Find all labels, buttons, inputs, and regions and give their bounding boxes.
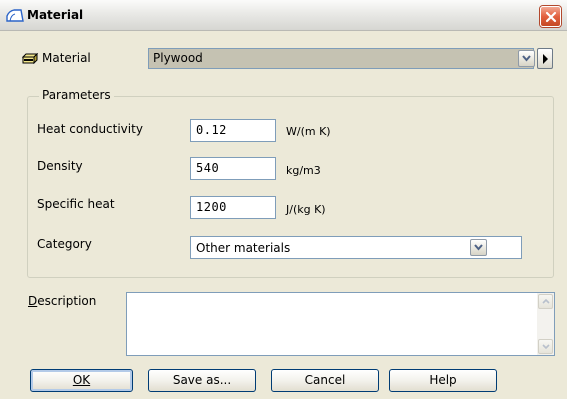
- category-dropdown-button[interactable]: [470, 239, 487, 256]
- save-as-button-label: Save as...: [172, 373, 232, 387]
- material-label: Material: [42, 51, 91, 65]
- material-selected-value: Plywood: [153, 51, 203, 65]
- chevron-up-icon: [542, 299, 550, 304]
- cancel-button-label: Cancel: [304, 373, 346, 387]
- window-title: Material: [27, 8, 84, 22]
- material-next-button[interactable]: [537, 48, 553, 69]
- density-unit: kg/m3: [286, 164, 321, 177]
- density-label: Density: [37, 159, 83, 173]
- heat-conductivity-unit: W/(m K): [286, 125, 331, 138]
- arrow-right-icon: [543, 54, 548, 64]
- description-textarea[interactable]: [126, 292, 555, 356]
- help-button[interactable]: Help: [389, 369, 497, 392]
- material-dialog: Material Material Plywood Parameters Hea…: [0, 0, 567, 399]
- save-as-button[interactable]: Save as...: [148, 369, 256, 392]
- scroll-down-button[interactable]: [538, 339, 553, 354]
- description-mnemonic: D: [28, 294, 38, 308]
- ok-button-label: OK: [72, 373, 91, 387]
- chevron-down-icon: [474, 244, 483, 251]
- ok-button[interactable]: OK: [30, 369, 133, 392]
- heat-conductivity-label: Heat conductivity: [37, 122, 143, 136]
- parameters-legend: Parameters: [39, 88, 114, 102]
- specific-heat-unit: J/(kg K): [286, 203, 326, 216]
- material-dropdown-button[interactable]: [518, 50, 535, 67]
- specific-heat-label: Specific heat: [37, 197, 115, 211]
- description-label: Description: [28, 294, 97, 308]
- chevron-down-icon: [542, 344, 550, 349]
- scroll-up-button[interactable]: [538, 294, 553, 309]
- close-icon: [545, 11, 557, 23]
- material-block-icon: [21, 52, 39, 65]
- description-scrollbar[interactable]: [537, 293, 554, 355]
- chevron-down-icon: [522, 55, 531, 62]
- category-label: Category: [37, 237, 92, 251]
- material-shape-icon: [6, 7, 24, 23]
- category-select[interactable]: Other materials: [190, 236, 522, 259]
- specific-heat-input[interactable]: 1200: [190, 196, 276, 219]
- density-input[interactable]: 540: [190, 157, 276, 180]
- title-bar[interactable]: Material: [0, 0, 567, 31]
- cancel-button[interactable]: Cancel: [271, 369, 379, 392]
- heat-conductivity-input[interactable]: 0.12: [190, 119, 276, 142]
- help-button-label: Help: [429, 373, 457, 387]
- material-select[interactable]: Plywood: [148, 48, 534, 69]
- category-selected-value: Other materials: [196, 241, 291, 255]
- close-button[interactable]: [540, 6, 561, 27]
